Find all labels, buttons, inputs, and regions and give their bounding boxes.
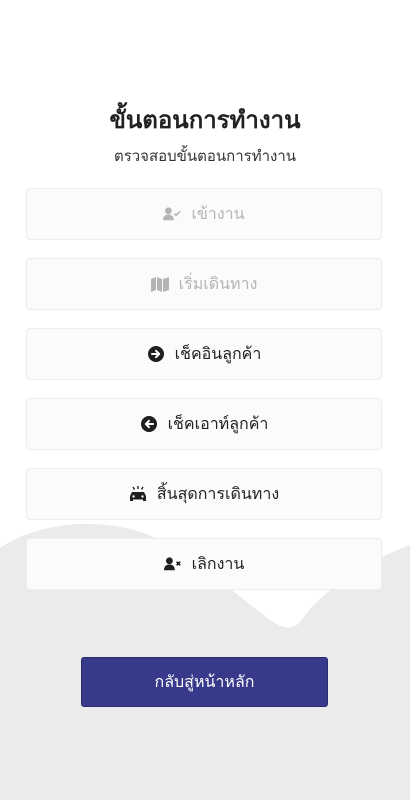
page-subtitle: ตรวจสอบขั้นตอนการทำงาน [113,147,297,165]
step-customer-check-in-button[interactable]: เช็คอินลูกค้า [26,328,382,380]
user-times-icon [163,555,182,573]
car-icon [129,485,147,503]
map-icon [150,275,169,293]
step-start-travel: เริ่มเดินทาง [26,258,382,310]
step-label: เริ่มเดินทาง [178,273,258,293]
step-check-in-work: เข้างาน [26,188,382,240]
step-label: เช็คเอาท์ลูกค้า [167,413,269,433]
step-label: สิ้นสุดการเดินทาง [156,483,280,503]
step-customer-check-out-button[interactable]: เช็คเอาท์ลูกค้า [26,398,382,450]
arrow-circle-right-icon [147,345,165,363]
step-end-travel-button[interactable]: สิ้นสุดการเดินทาง [26,468,382,520]
step-label: เช็คอินลูกค้า [174,343,262,363]
step-label: เข้างาน [191,203,245,223]
arrow-circle-left-icon [140,415,158,433]
user-check-icon [163,205,182,223]
back-to-home-button[interactable]: กลับสู่หน้าหลัก [81,657,328,707]
step-label: เลิกงาน [191,553,245,573]
step-off-work-button[interactable]: เลิกงาน [26,538,382,590]
page-title: ขั้นตอนการทำงาน [109,106,301,134]
